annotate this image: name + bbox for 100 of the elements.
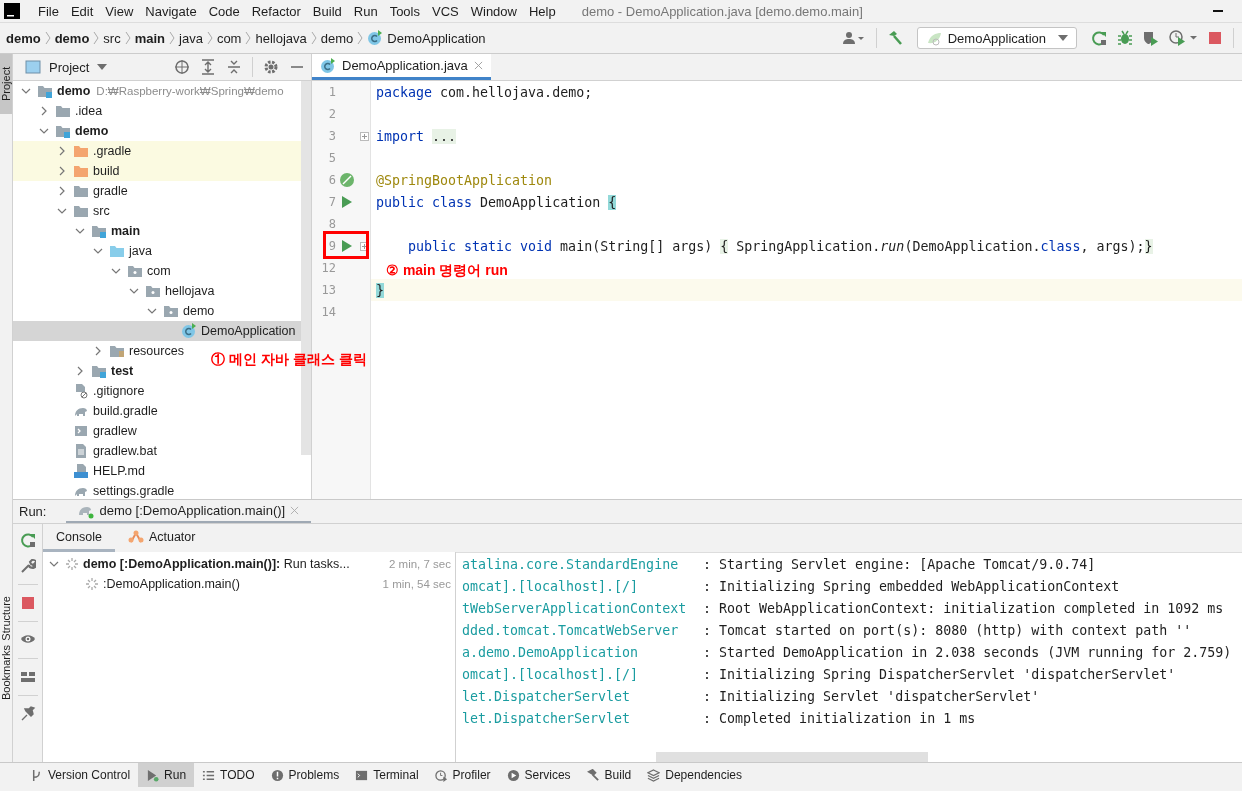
chevron-right-icon[interactable] (57, 166, 67, 176)
layers-icon (647, 768, 661, 782)
tree-item[interactable]: gradlew (55, 423, 137, 439)
tool-window-button[interactable]: Version Control (22, 763, 139, 787)
chevron-down-icon[interactable] (147, 306, 157, 316)
tree-item[interactable]: HELP.md (55, 463, 145, 479)
tree-item[interactable]: main (73, 223, 141, 239)
tree-item[interactable]: .idea (37, 103, 103, 119)
menu-item[interactable]: Code (202, 1, 246, 21)
run-icon[interactable] (342, 196, 352, 208)
close-icon[interactable] (473, 61, 483, 70)
tree-item[interactable]: com (109, 263, 171, 279)
profiler-icon[interactable] (1169, 30, 1197, 46)
menu-item[interactable]: Run (347, 1, 384, 21)
leaf-icon[interactable] (339, 172, 355, 188)
tool-window-button[interactable]: Run (138, 763, 195, 787)
chevron-down-icon[interactable] (57, 206, 67, 216)
menu-item[interactable]: Edit (64, 1, 100, 21)
breadcrumb[interactable]: demo (3, 27, 44, 49)
tree-item[interactable]: .gradle (55, 143, 132, 159)
tree-item[interactable]: test (73, 363, 134, 379)
menu-item[interactable]: Help (522, 1, 562, 21)
tree-item[interactable]: build (55, 163, 120, 179)
breadcrumb[interactable]: src (100, 27, 124, 49)
tool-window-button[interactable]: Build (578, 763, 640, 787)
debug-icon[interactable] (1117, 30, 1133, 46)
tree-item[interactable]: settings.gradle (55, 483, 175, 499)
breadcrumb[interactable]: hellojava (252, 27, 310, 49)
tool-window-button[interactable]: Terminal (347, 763, 427, 787)
run-configuration-dropdown[interactable]: DemoApplication (916, 27, 1077, 49)
side-tab[interactable]: Structure (0, 594, 12, 643)
menu-item[interactable]: Tools (383, 1, 426, 21)
side-tab[interactable]: Bookmarks (0, 642, 12, 702)
user-icon[interactable] (841, 31, 866, 45)
menu-item[interactable]: Refactor (245, 1, 307, 21)
scrollbar[interactable] (656, 752, 928, 762)
breadcrumb[interactable]: main (131, 27, 169, 49)
tree-item[interactable]: java (91, 243, 152, 259)
settings-icon[interactable] (263, 59, 279, 75)
locate-icon[interactable] (174, 59, 190, 75)
breadcrumb[interactable]: demo (51, 27, 93, 49)
run-session-tab[interactable]: demo [:DemoApplication.main()] (66, 500, 312, 523)
tree-item[interactable]: DemoApplication (163, 323, 296, 339)
menu-item[interactable]: Window (464, 1, 523, 21)
breadcrumb[interactable]: com (213, 27, 245, 49)
tree-item[interactable]: gradlew.bat (55, 443, 157, 459)
menu-item[interactable]: File (32, 1, 65, 21)
tree-item[interactable]: build.gradle (55, 403, 158, 419)
run-icon[interactable] (342, 240, 352, 252)
stop-icon[interactable] (1207, 30, 1223, 46)
pin-icon[interactable] (19, 706, 36, 722)
rerun-icon[interactable] (19, 532, 36, 548)
line-number: 3 (327, 129, 336, 143)
chevron-down-icon[interactable] (129, 286, 139, 296)
menu-item[interactable]: VCS (426, 1, 465, 21)
tree-item[interactable]: .gitignore (55, 383, 145, 399)
breadcrumb[interactable]: demo (317, 27, 357, 49)
wrench-icon[interactable] (19, 558, 36, 574)
tree-item[interactable]: demo D:₩Raspberry-work₩Spring₩demo (19, 83, 284, 99)
chevron-right-icon[interactable] (93, 346, 103, 356)
tool-window-button[interactable]: Dependencies (639, 763, 750, 787)
layout-icon[interactable] (19, 669, 36, 685)
tree-item[interactable]: src (55, 203, 110, 219)
chevron-down-icon[interactable] (21, 86, 31, 96)
menu-item[interactable]: View (99, 1, 140, 21)
chevron-down-icon[interactable] (39, 126, 49, 136)
menu-item[interactable]: Navigate (139, 1, 203, 21)
editor-tab[interactable]: DemoApplication.java (312, 54, 491, 80)
chevron-right-icon[interactable] (75, 366, 85, 376)
collapse-all-icon[interactable] (226, 59, 242, 75)
fold-icon[interactable] (360, 241, 369, 251)
side-tab[interactable]: Project (0, 54, 12, 114)
chevron-down-icon[interactable] (93, 246, 103, 256)
chevron-right-icon[interactable] (39, 106, 49, 116)
tool-window-button[interactable]: Problems (262, 763, 348, 787)
fold-icon[interactable] (360, 131, 369, 141)
tree-item[interactable]: resources (91, 343, 184, 359)
menu-item[interactable]: Build (306, 1, 348, 21)
tool-window-button[interactable]: Profiler (426, 763, 499, 787)
tree-item[interactable]: demo (37, 123, 109, 139)
terminal-icon (355, 768, 369, 782)
chevron-right-icon[interactable] (57, 186, 67, 196)
breadcrumb[interactable]: DemoApplication (364, 27, 489, 49)
chevron-down-icon[interactable] (75, 226, 85, 236)
tree-item[interactable]: demo (145, 303, 215, 319)
breadcrumb[interactable]: java (176, 27, 206, 49)
tool-window-button[interactable]: TODO (194, 763, 263, 787)
panel-tab[interactable]: Actuator (114, 524, 209, 552)
coverage-icon[interactable] (1143, 30, 1159, 46)
tool-window-button[interactable]: Services (498, 763, 579, 787)
chevron-right-icon[interactable] (57, 146, 67, 156)
tree-item[interactable]: hellojava (127, 283, 215, 299)
chevron-down-icon[interactable] (49, 559, 59, 569)
expand-all-icon[interactable] (200, 59, 216, 75)
rerun-icon[interactable] (1091, 30, 1107, 46)
tree-item[interactable]: gradle (55, 183, 128, 199)
chevron-down-icon[interactable] (111, 266, 121, 276)
stop-icon[interactable] (19, 595, 36, 611)
folder-icon (73, 203, 89, 219)
project-view-dropdown[interactable]: Project (25, 59, 108, 75)
